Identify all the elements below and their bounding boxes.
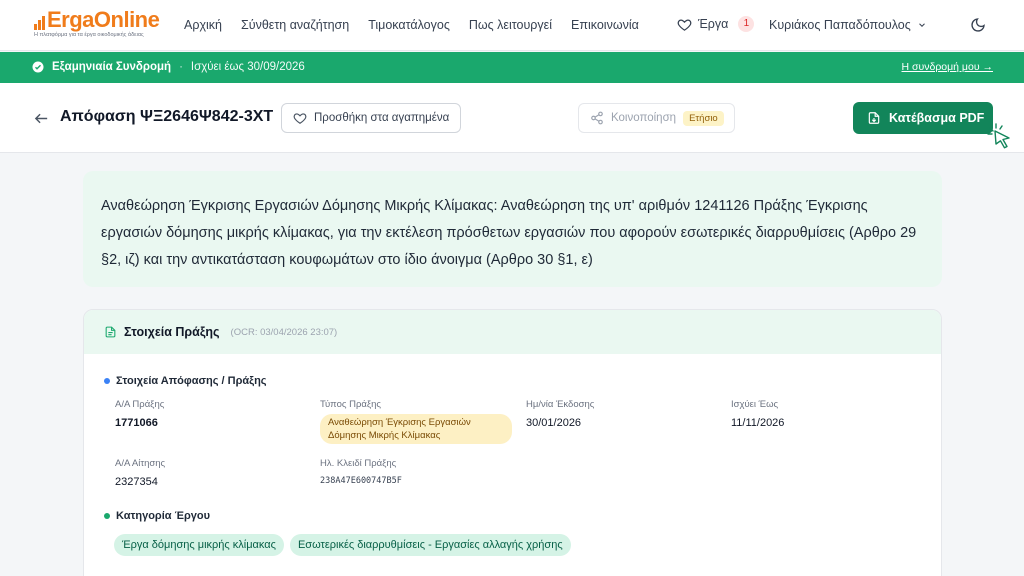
yearly-plan-badge: Ετήσιο (683, 110, 724, 126)
category-tag[interactable]: Εσωτερικές διαρρυθμίσεις - Εργασίες αλλα… (289, 534, 571, 556)
field-praxis-type: Τύπος Πράξης Αναθεώρηση Έγκρισης Εργασιώ… (320, 399, 512, 444)
document-header: Απόφαση ΨΞ2646Ψ842-3ΧΤ Προσθήκη στα αγαπ… (0, 83, 1024, 153)
field-electronic-key: Ηλ. Κλειδί Πράξης 238A47E600747B5F (320, 458, 402, 486)
section-decision-label: Στοιχεία Απόφασης / Πράξης (116, 375, 267, 387)
logo-tagline: Η πλατφόρμα για τα έργα οικοδομικής άδει… (34, 32, 144, 38)
top-navbar: ErgaOnline Η πλατφόρμα για τα έργα οικοδ… (0, 0, 1024, 51)
user-menu[interactable]: Κυριάκος Παπαδόπουλος (769, 18, 927, 32)
field-value: 30/01/2026 (526, 417, 582, 429)
nav-link-contact[interactable]: Επικοινωνία (571, 18, 639, 32)
document-icon (105, 326, 116, 338)
separator-dot: · (179, 61, 183, 73)
section-category-label: Κατηγορία Έργου (116, 510, 211, 522)
logo-text: ErgaOnline (47, 7, 160, 32)
ocr-timestamp: (OCR: 03/04/2026 23:07) (230, 326, 338, 338)
mouse-cursor-icon (987, 123, 1010, 149)
logo[interactable]: ErgaOnline Η πλατφόρμα για τα έργα οικοδ… (34, 7, 160, 38)
subscription-validity: Ισχύει έως 30/09/2026 (190, 61, 305, 73)
field-valid-until: Ισχύει Έως 11/11/2026 (731, 399, 784, 429)
subscription-bar: Εξαμηνιαία Συνδρομή · Ισχύει έως 30/09/2… (0, 52, 1024, 83)
blue-dot-icon (104, 378, 110, 384)
download-pdf-button[interactable]: Κατέβασμα PDF (853, 102, 993, 134)
field-issue-date: Ημ/νία Έκδοσης 30/01/2026 (526, 399, 594, 429)
chevron-down-icon (918, 23, 925, 27)
my-subscription-link[interactable]: Η συνδρομή μου → (902, 61, 994, 73)
share-label: Κοινοποίηση (611, 112, 677, 124)
share-button[interactable]: Κοινοποίηση Ετήσιο (578, 103, 735, 133)
field-value: 238A47E600747B5F (320, 476, 402, 486)
back-arrow-icon[interactable] (33, 110, 50, 127)
logo-bars-icon (34, 14, 45, 30)
nav-link-how-it-works[interactable]: Πως λειτουργεί (469, 18, 552, 32)
field-aa-request: Α/Α Αίτησης 2327354 (115, 458, 165, 488)
decision-details-card: Στοιχεία Πράξης (OCR: 03/04/2026 23:07) … (83, 309, 942, 576)
decision-summary-card: Αναθεώρηση Έγκρισης Εργασιών Δόμησης Μικ… (83, 171, 942, 287)
field-label: Α/Α Αίτησης (115, 458, 166, 469)
user-name: Κυριάκος Παπαδόπουλος (769, 18, 911, 32)
decision-summary-text: Αναθεώρηση Έγκρισης Εργασιών Δόμησης Μικ… (101, 198, 917, 268)
main-nav: Αρχική Σύνθετη αναζήτηση Τιμοκατάλογος Π… (184, 18, 639, 32)
file-download-icon (868, 112, 880, 124)
nav-link-advanced-search[interactable]: Σύνθετη αναζήτηση (241, 18, 349, 32)
favorites-count-badge: 1 (738, 16, 755, 32)
nav-link-pricing[interactable]: Τιμοκατάλογος (368, 18, 450, 32)
share-icon (591, 111, 603, 125)
page-title: Απόφαση ΨΞ2646Ψ842-3ΧΤ (60, 108, 274, 125)
favorites-label: Έργα (698, 17, 729, 31)
moon-icon[interactable] (970, 17, 986, 33)
field-value: 11/11/2026 (731, 417, 785, 429)
category-tag[interactable]: Έργα δόμησης μικρής κλίμακας (114, 534, 284, 556)
section-decision-title: Στοιχεία Απόφασης / Πράξης (104, 375, 267, 387)
nav-link-home[interactable]: Αρχική (184, 18, 222, 32)
field-label: Ηλ. Κλειδί Πράξης (320, 458, 397, 469)
category-tags: Έργα δόμησης μικρής κλίμακας Εσωτερικές … (114, 534, 571, 556)
field-label: Ημ/νία Έκδοσης (526, 399, 595, 410)
section-category-title: Κατηγορία Έργου (104, 510, 210, 522)
favorites-link[interactable]: Έργα 1 (677, 16, 755, 32)
details-title: Στοιχεία Πράξης (124, 325, 220, 339)
field-label: Ισχύει Έως (731, 399, 779, 410)
field-label: Τύπος Πράξης (320, 399, 381, 410)
details-card-header: Στοιχεία Πράξης (OCR: 03/04/2026 23:07) (84, 310, 941, 354)
heart-icon (293, 113, 307, 124)
subscription-title: Εξαμηνιαία Συνδρομή (52, 61, 172, 73)
green-dot-icon (104, 513, 110, 519)
heart-icon (677, 18, 692, 31)
praxis-type-badge: Αναθεώρηση Έγκρισης Εργασιών Δόμησης Μικ… (320, 414, 512, 444)
field-label: Α/Α Πράξης (115, 399, 165, 410)
check-circle-icon (32, 61, 44, 73)
download-pdf-label: Κατέβασμα PDF (889, 111, 985, 125)
add-favorite-button[interactable]: Προσθήκη στα αγαπημένα (281, 103, 461, 133)
field-value: 1771066 (115, 417, 158, 429)
field-aa-praxis: Α/Α Πράξης 1771066 (115, 399, 164, 429)
field-value: 2327354 (115, 476, 158, 488)
add-favorite-label: Προσθήκη στα αγαπημένα (314, 112, 450, 124)
